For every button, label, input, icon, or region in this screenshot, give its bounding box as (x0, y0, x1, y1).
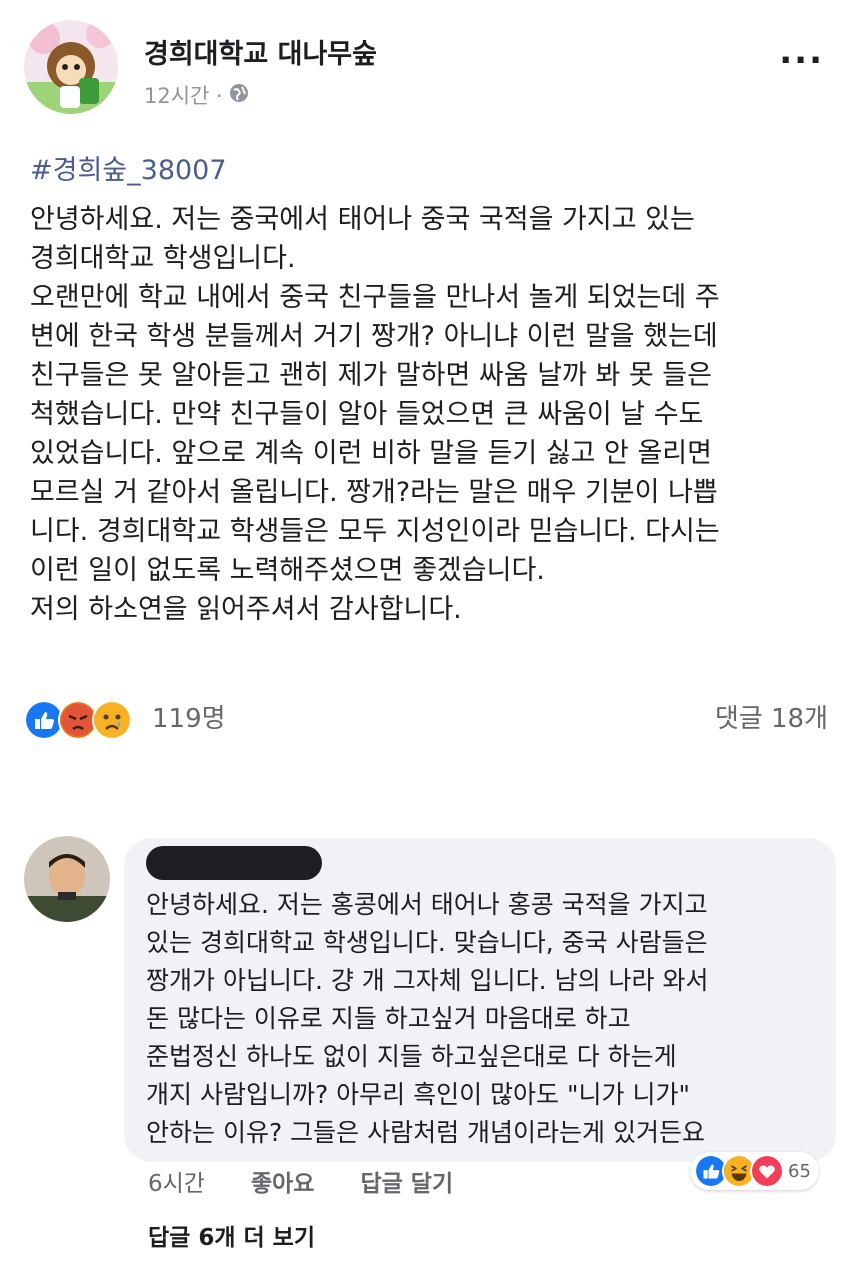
post-line: 저의 하소연을 읽어주셔서 감사합니다. (30, 594, 462, 625)
page-avatar[interactable] (24, 20, 118, 114)
redacted-commenter-name (146, 846, 322, 880)
sad-reaction-icon (92, 700, 132, 740)
post-line: 변에 한국 학생 분들께서 거기 짱개? 아니냐 이런 말을 했는데 (30, 321, 718, 352)
post-line: 친구들은 못 알아듣고 괜히 제가 말하면 싸움 날까 봐 못 들은 (30, 360, 712, 391)
view-more-replies-link[interactable]: 답글 6개 더 보기 (148, 1218, 315, 1252)
post-hashtag[interactable]: #경희숲_38007 (30, 148, 227, 187)
comment-line: 안녕하세요. 저는 홍콩에서 태어나 홍콩 국적을 가지고 (146, 890, 708, 919)
post-line: 척했습니다. 만약 친구들이 알아 들었으면 큰 싸움이 날 수도 (30, 399, 704, 430)
comment-reaction-count: 65 (788, 1160, 811, 1182)
comment-line: 짱개가 아닙니다. 걍 개 그자체 입니다. 남의 나라 와서 (146, 966, 709, 995)
post-line: 모르실 거 같아서 올립니다. 짱개?라는 말은 매우 기분이 나쁩 (30, 477, 718, 508)
post-body: 안녕하세요. 저는 중국에서 태어나 중국 국적을 가지고 있는 경희대학교 학… (30, 200, 830, 629)
love-reaction-icon (750, 1154, 784, 1188)
commenter-avatar[interactable] (24, 836, 110, 922)
comment-line: 돈 많다는 이유로 지들 하고싶거 마음대로 하고 (146, 1004, 631, 1033)
comment-body: 안녕하세요. 저는 홍콩에서 태어나 홍콩 국적을 가지고 있는 경희대학교 학… (146, 886, 708, 1152)
comment-reply-button[interactable]: 답글 달기 (360, 1164, 453, 1198)
more-options-icon[interactable]: ... (779, 35, 824, 69)
comment-reactions[interactable]: 65 (690, 1152, 819, 1190)
post-time[interactable]: 12시간 · (144, 80, 223, 110)
comment-line: 개지 사람입니까? 아무리 흑인이 많아도 "니가 니가" (146, 1080, 690, 1109)
comment-count[interactable]: 댓글 18개 (715, 698, 828, 735)
post-meta: 12시간 · (144, 80, 249, 110)
post-line: 경희대학교 학생입니다. (30, 243, 296, 274)
page-name[interactable]: 경희대학교 대나무숲 (144, 32, 377, 71)
comment-line: 있는 경희대학교 학생입니다. 맞습니다, 중국 사람들은 (146, 928, 708, 957)
comment-actions: 6시간 좋아요 답글 달기 (148, 1164, 453, 1198)
post-line: 안녕하세요. 저는 중국에서 태어나 중국 국적을 가지고 있는 (30, 204, 695, 235)
post-reactions[interactable] (24, 700, 132, 740)
comment-like-button[interactable]: 좋아요 (251, 1164, 314, 1198)
post-line: 이런 일이 없도록 노력해주셨으면 좋겠습니다. (30, 555, 545, 586)
post-line: 니다. 경희대학교 학생들은 모두 지성인이라 믿습니다. 다시는 (30, 516, 720, 547)
comment-time[interactable]: 6시간 (148, 1164, 205, 1198)
comment-line: 준법정신 하나도 없이 지들 하고싶은대로 다 하는게 (146, 1042, 677, 1071)
post-line: 있었습니다. 앞으로 계속 이런 비하 말을 듣기 싫고 안 올리면 (30, 438, 712, 469)
comment-line: 안하는 이유? 그들은 사람처럼 개념이라는게 있거든요 (146, 1118, 706, 1147)
reaction-count[interactable]: 119명 (152, 698, 226, 735)
post-line: 오랜만에 학교 내에서 중국 친구들을 만나서 놀게 되었는데 주 (30, 282, 720, 313)
globe-icon (229, 83, 249, 108)
